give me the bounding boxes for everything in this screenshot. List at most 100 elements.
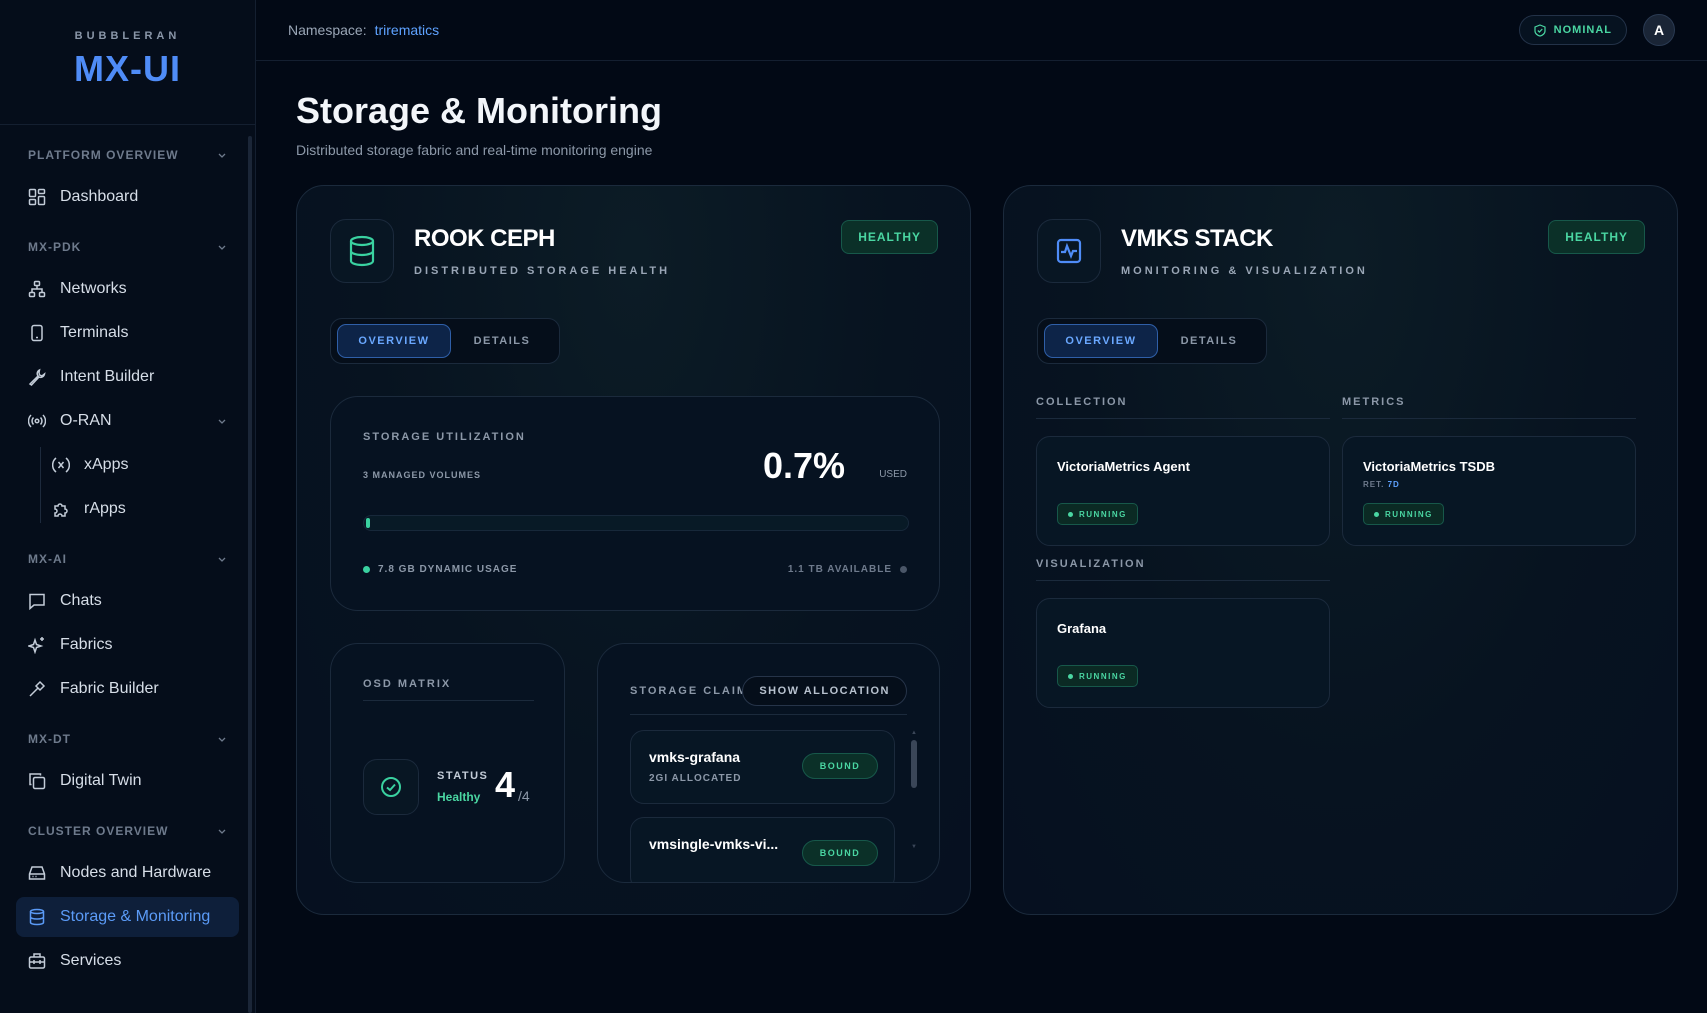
running-text: RUNNING [1385, 509, 1433, 519]
section-mx-ai[interactable]: MX-AI [16, 537, 239, 581]
sidebar-item-networks[interactable]: Networks [16, 269, 239, 309]
sidebar-item-label: Dashboard [60, 188, 139, 205]
sidebar-item-services[interactable]: Services [16, 941, 239, 981]
storage-utilization-panel: STORAGE UTILIZATION 3 MANAGED VOLUMES 0.… [330, 396, 940, 611]
scroll-up-arrow[interactable]: ▲ [911, 730, 917, 736]
sidebar-item-intent-builder[interactable]: Intent Builder [16, 357, 239, 397]
section-label: MX-PDK [28, 240, 82, 254]
divider [1036, 580, 1330, 581]
sidebar-item-rapps[interactable]: rApps [16, 489, 239, 529]
sidebar-item-nodes-and-hardware[interactable]: Nodes and Hardware [16, 853, 239, 893]
running-badge: RUNNING [1363, 503, 1444, 525]
retention: RET. 7D [1363, 480, 1400, 489]
shield-check-icon [1534, 23, 1546, 37]
sidebar-nav: PLATFORM OVERVIEW Dashboard MX-PDK Netwo… [0, 133, 255, 981]
chevron-down-icon [218, 245, 226, 250]
check-circle-icon [363, 759, 419, 815]
sidebar-item-label: xApps [84, 456, 129, 473]
show-allocation-button[interactable]: SHOW ALLOCATION [742, 676, 907, 706]
sidebar-item-digital-twin[interactable]: Digital Twin [16, 761, 239, 801]
service-name: Grafana [1057, 621, 1107, 636]
sidebar-item-label: Terminals [60, 324, 129, 341]
sidebar-item-xapps[interactable]: xApps [16, 445, 239, 485]
hammer-icon [28, 679, 48, 699]
claims-scrollbar[interactable] [911, 740, 917, 788]
service-card-vm-tsdb[interactable]: VictoriaMetrics TSDB RET. 7D RUNNING [1342, 436, 1636, 546]
running-badge: RUNNING [1057, 665, 1138, 687]
health-badge: HEALTHY [841, 220, 938, 254]
sidebar-item-storage-monitoring[interactable]: Storage & Monitoring [16, 897, 239, 937]
services-icon [28, 951, 48, 971]
sidebar-item-fabric-builder[interactable]: Fabric Builder [16, 669, 239, 709]
namespace-label: Namespace: [288, 22, 367, 38]
card-subtitle: MONITORING & VISUALIZATION [1121, 265, 1368, 277]
scroll-down-arrow[interactable]: ▼ [911, 844, 917, 850]
available-dot [900, 566, 907, 573]
section-mx-dt[interactable]: MX-DT [16, 717, 239, 761]
wrench-icon [28, 367, 48, 387]
section-platform-overview[interactable]: PLATFORM OVERVIEW [16, 133, 239, 177]
chevron-down-icon [218, 153, 226, 158]
section-mx-pdk[interactable]: MX-PDK [16, 225, 239, 269]
storage-claims-panel: STORAGE CLAIMS SHOW ALLOCATION vmks-graf… [597, 643, 940, 883]
database-icon [28, 907, 48, 927]
available-capacity: 1.1 TB AVAILABLE [788, 564, 907, 575]
card-subtitle: DISTRIBUTED STORAGE HEALTH [414, 265, 671, 277]
running-text: RUNNING [1079, 671, 1127, 681]
sidebar-item-fabrics[interactable]: Fabrics [16, 625, 239, 665]
service-card-grafana[interactable]: Grafana RUNNING [1036, 598, 1330, 708]
network-icon [28, 279, 48, 299]
claim-name: vmsingle-vmks-vi... [649, 836, 779, 852]
managed-volumes: 3 MANAGED VOLUMES [363, 470, 482, 480]
sidebar-item-label: Services [60, 952, 122, 969]
utilization-percent: 0.7% [762, 445, 845, 486]
visualization-label: VISUALIZATION [1036, 558, 1146, 570]
available-text: 1.1 TB AVAILABLE [787, 564, 892, 575]
sparkle-icon [28, 635, 48, 655]
hard-drive-icon [28, 863, 48, 883]
service-card-vm-agent[interactable]: VictoriaMetrics Agent RUNNING [1036, 436, 1330, 546]
bound-badge: BOUND [802, 753, 878, 779]
tab-overview[interactable]: OVERVIEW [337, 324, 451, 358]
section-cluster-overview[interactable]: CLUSTER OVERVIEW [16, 809, 239, 853]
avatar[interactable]: A [1643, 14, 1675, 46]
panel-label: STORAGE CLAIMS [630, 685, 758, 697]
service-name: VictoriaMetrics TSDB [1363, 459, 1495, 474]
section-label: PLATFORM OVERVIEW [28, 148, 179, 162]
claim-name: vmks-grafana [649, 749, 741, 765]
claim-item[interactable]: vmks-grafana 2GI ALLOCATED BOUND [630, 730, 895, 804]
tab-details[interactable]: DETAILS [1158, 324, 1260, 358]
status-dot [1374, 511, 1379, 517]
sidebar-item-o-ran[interactable]: O-RAN [16, 401, 239, 441]
running-badge: RUNNING [1057, 503, 1138, 525]
radio-icon [28, 411, 48, 431]
rook-ceph-card: ROOK CEPH DISTRIBUTED STORAGE HEALTH HEA… [296, 185, 971, 915]
used-label: USED [879, 469, 907, 480]
tab-details[interactable]: DETAILS [451, 324, 553, 358]
chat-icon [28, 591, 48, 611]
chevron-down-icon[interactable] [217, 416, 227, 426]
sidebar-item-dashboard[interactable]: Dashboard [16, 177, 239, 217]
puzzle-icon [52, 499, 72, 519]
database-icon [330, 219, 394, 283]
claim-item[interactable]: vmsingle-vmks-vi... BOUND [630, 817, 895, 882]
collection-label: COLLECTION [1036, 396, 1128, 408]
utilization-bar [363, 515, 909, 531]
running-text: RUNNING [1079, 509, 1127, 519]
vmks-stack-card: VMKS STACK MONITORING & VISUALIZATION HE… [1003, 185, 1678, 915]
namespace-selector[interactable]: trirematics [375, 22, 440, 38]
panel-label: STORAGE UTILIZATION [363, 431, 526, 443]
card-header: ROOK CEPH DISTRIBUTED STORAGE HEALTH [330, 219, 670, 283]
brand-logo[interactable]: MX-UI [0, 48, 255, 90]
sidebar-item-chats[interactable]: Chats [16, 581, 239, 621]
tab-overview[interactable]: OVERVIEW [1044, 324, 1158, 358]
brand-subtitle: BUBBLERAN [74, 30, 181, 42]
claim-allocation: 2GI ALLOCATED [649, 773, 742, 784]
page-title: Storage & Monitoring [296, 90, 662, 131]
system-status-badge[interactable]: NOMINAL [1518, 15, 1627, 45]
chevron-down-icon [218, 737, 226, 742]
sidebar-item-terminals[interactable]: Terminals [16, 313, 239, 353]
section-label: MX-AI [28, 552, 67, 566]
xapp-icon [52, 455, 72, 475]
brand: BUBBLERAN MX-UI [0, 0, 255, 125]
